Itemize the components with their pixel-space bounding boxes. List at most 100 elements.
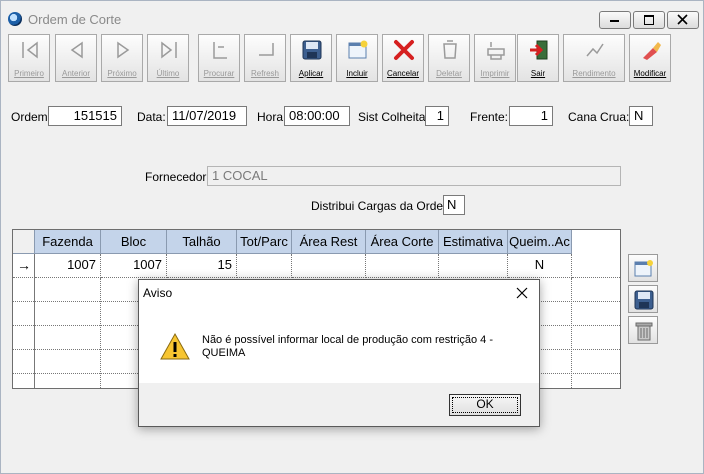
data-field[interactable]: 11/07/2019	[167, 106, 247, 126]
yield-button[interactable]: Rendimento	[563, 34, 625, 82]
cell-queima-ac[interactable]: N	[508, 254, 572, 278]
previous-record-icon	[70, 41, 83, 59]
exit-button[interactable]: Sair	[517, 34, 559, 82]
grid-save-button[interactable]	[628, 285, 658, 313]
sist-colheita-field[interactable]: 1	[425, 106, 449, 126]
include-button-label: Incluir	[346, 69, 368, 78]
col-header-tot-parc[interactable]: Tot/Parc	[237, 230, 292, 254]
first-button[interactable]: Primeiro	[8, 34, 50, 82]
cancel-button-label: Cancelar	[386, 69, 419, 78]
grid-corner	[13, 230, 35, 254]
trash-icon	[635, 322, 653, 341]
last-button-label: Último	[156, 69, 180, 78]
grid-delete-button[interactable]	[628, 316, 658, 344]
cell-fazenda[interactable]: 1007	[35, 254, 101, 278]
warning-icon	[160, 332, 190, 360]
print-button[interactable]: Imprimir	[474, 34, 516, 82]
edit-icon	[643, 42, 661, 60]
window-title: Ordem de Corte	[28, 12, 122, 27]
new-record-icon	[634, 260, 653, 277]
fornecedor-field[interactable]: 1 COCAL	[207, 166, 621, 186]
print-icon	[487, 42, 505, 60]
exit-icon	[530, 40, 548, 60]
maximize-icon	[644, 15, 654, 25]
search-button[interactable]: Procurar	[198, 34, 240, 82]
search-button-label: Procurar	[203, 69, 235, 78]
first-button-label: Primeiro	[14, 69, 44, 78]
cell-talhao[interactable]: 15	[167, 254, 237, 278]
last-button[interactable]: Último	[147, 34, 189, 82]
cell-empty	[572, 254, 620, 278]
next-button[interactable]: Próximo	[101, 34, 143, 82]
cana-crua-field[interactable]: N	[629, 106, 653, 126]
save-icon	[634, 290, 654, 310]
search-icon	[213, 42, 227, 59]
modify-button-label: Modificar	[633, 69, 667, 78]
row-indicator: →	[13, 254, 35, 278]
print-button-label: Imprimir	[480, 69, 510, 78]
dialog-message-line1: Não é possível informar local de produçã…	[202, 334, 494, 346]
hora-label: Hora	[257, 110, 284, 124]
refresh-button-label: Refresh	[250, 69, 279, 78]
hora-field[interactable]: 08:00:00	[284, 106, 350, 126]
include-button[interactable]: Incluir	[336, 34, 378, 82]
cell-estimativa[interactable]	[439, 254, 508, 278]
apply-button[interactable]: Aplicar	[290, 34, 332, 82]
exit-button-label: Sair	[530, 69, 546, 78]
col-header-area-rest[interactable]: Área Rest	[292, 230, 366, 254]
refresh-icon	[259, 43, 274, 56]
sist-colheita-label: Sist Colheita:	[358, 110, 429, 124]
col-header-fazenda[interactable]: Fazenda	[35, 230, 101, 254]
cell-tot-parc[interactable]	[237, 254, 292, 278]
save-icon	[302, 40, 322, 60]
previous-button-label: Anterior	[61, 69, 90, 78]
first-record-icon	[22, 41, 38, 59]
grid-line	[34, 278, 35, 388]
toolbar: Primeiro Anterior Próximo Último Procura…	[8, 34, 673, 84]
refresh-button[interactable]: Refresh	[244, 34, 286, 82]
col-header-bloc[interactable]: Bloc	[101, 230, 167, 254]
fornecedor-label: Fornecedor:	[145, 170, 210, 184]
grid-add-button[interactable]	[628, 254, 658, 282]
frente-label: Frente:	[470, 110, 509, 124]
app-icon	[8, 12, 22, 26]
dialog-message-line2: QUEIMA	[202, 347, 246, 359]
grid-line	[571, 278, 572, 388]
last-record-icon	[161, 41, 177, 59]
cancel-button[interactable]: Cancelar	[382, 34, 424, 82]
col-header-estimativa[interactable]: Estimativa	[439, 230, 508, 254]
cell-bloc[interactable]: 1007	[101, 254, 167, 278]
minimize-icon	[610, 20, 619, 22]
cancel-icon	[394, 40, 414, 60]
cell-area-corte[interactable]	[366, 254, 439, 278]
delete-icon	[443, 40, 457, 59]
col-header-queima-ac[interactable]: Queim..Ac	[508, 230, 572, 254]
modify-button[interactable]: Modificar	[629, 34, 671, 82]
close-icon	[677, 14, 688, 25]
next-button-label: Próximo	[107, 69, 137, 78]
ok-button[interactable]: OK	[449, 394, 521, 416]
dialog-close-button[interactable]	[516, 287, 528, 299]
frente-field[interactable]: 1	[509, 106, 553, 126]
distribui-cargas-field[interactable]: N	[443, 195, 465, 215]
minimize-button[interactable]	[599, 11, 631, 29]
maximize-button[interactable]	[633, 11, 665, 29]
next-record-icon	[117, 41, 130, 59]
data-label: Data:	[137, 110, 166, 124]
delete-button-label: Deletar	[436, 69, 462, 78]
apply-button-label: Aplicar	[298, 69, 324, 78]
ordem-field[interactable]: 151515	[48, 106, 122, 126]
ordem-label: Ordem	[11, 110, 48, 124]
warning-dialog: Aviso Não é possível informar local de p…	[138, 279, 540, 427]
cell-area-rest[interactable]	[292, 254, 366, 278]
grid-line	[100, 278, 101, 388]
previous-button[interactable]: Anterior	[55, 34, 97, 82]
new-record-icon	[348, 40, 368, 59]
cana-crua-label: Cana Crua:	[568, 110, 630, 124]
close-window-button[interactable]	[667, 11, 699, 29]
col-header-area-corte[interactable]: Área Corte	[366, 230, 439, 254]
delete-button[interactable]: Deletar	[428, 34, 470, 82]
distribui-cargas-label: Distribui Cargas da Ordem:	[311, 199, 457, 213]
yield-icon	[586, 43, 604, 57]
col-header-talhao[interactable]: Talhão	[167, 230, 237, 254]
